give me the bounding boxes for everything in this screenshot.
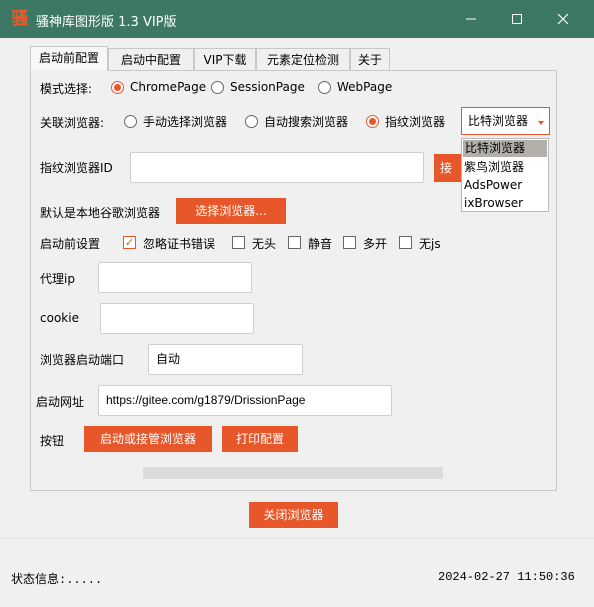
status-divider: [0, 538, 594, 539]
proxy-input[interactable]: [98, 262, 252, 293]
mode-radio-sessionpage[interactable]: [211, 81, 224, 94]
proxy-label: 代理ip: [40, 272, 75, 286]
title-bar: 骚 骚神库图形版 1.3 VIP版: [0, 0, 594, 38]
tab-element-locator[interactable]: 元素定位检测: [256, 48, 350, 71]
status-time: 2024-02-27 11:50:36: [438, 570, 575, 584]
select-value: 比特浏览器: [468, 114, 529, 128]
maximize-button[interactable]: [494, 0, 540, 38]
dropdown-item-bitbrowser[interactable]: 比特浏览器: [463, 140, 547, 157]
mode-radio-chromepage[interactable]: [111, 81, 124, 94]
multi-open-label[interactable]: 多开: [363, 235, 387, 252]
progress-bar: [143, 467, 443, 479]
no-js-checkbox[interactable]: [399, 236, 412, 249]
app-icon: 骚: [11, 9, 29, 29]
pre-start-label: 启动前设置: [40, 237, 101, 251]
dropdown-item-ixbrowser[interactable]: ixBrowser: [462, 194, 548, 212]
multi-open-checkbox[interactable]: [343, 236, 356, 249]
mute-label[interactable]: 静音: [308, 235, 332, 252]
print-config-button[interactable]: 打印配置: [222, 426, 298, 452]
status-text: 状态信息:.....: [11, 573, 103, 587]
url-label: 启动网址: [36, 395, 85, 409]
mode-radio-webpage[interactable]: [318, 81, 331, 94]
connect-button[interactable]: 接: [434, 154, 461, 182]
window-title: 骚神库图形版 1.3 VIP版: [36, 15, 177, 30]
tab-pre-start-config[interactable]: 启动前配置: [30, 46, 108, 71]
link-radio-manual[interactable]: [124, 115, 137, 128]
link-option-manual[interactable]: 手动选择浏览器: [143, 113, 227, 130]
url-input[interactable]: https://gitee.com/g1879/DrissionPage: [98, 385, 392, 416]
mode-option-webpage[interactable]: WebPage: [337, 80, 392, 94]
tab-about[interactable]: 关于: [350, 48, 390, 71]
link-option-auto[interactable]: 自动搜索浏览器: [264, 113, 348, 130]
link-radio-auto[interactable]: [245, 115, 258, 128]
chevron-down-icon: [538, 121, 544, 125]
close-icon: [557, 13, 569, 25]
maximize-icon: [512, 14, 522, 24]
no-js-label[interactable]: 无js: [419, 235, 441, 252]
ignore-cert-checkbox[interactable]: ✓: [123, 236, 136, 249]
browser-link-label: 关联浏览器:: [40, 116, 105, 130]
start-browser-button[interactable]: 启动或接管浏览器: [84, 426, 212, 452]
mode-label: 模式选择:: [40, 82, 93, 96]
headless-checkbox[interactable]: [232, 236, 245, 249]
fingerprint-browser-dropdown: 比特浏览器 紫鸟浏览器 AdsPower ixBrowser: [461, 138, 549, 212]
port-label: 浏览器启动端口: [40, 353, 125, 367]
cookie-label: cookie: [40, 311, 79, 325]
tab-vip-download[interactable]: VIP下载: [194, 48, 256, 71]
mode-option-chromepage[interactable]: ChromePage: [130, 80, 206, 94]
link-radio-fingerprint[interactable]: [366, 115, 379, 128]
fingerprint-browser-select[interactable]: 比特浏览器: [461, 107, 550, 135]
link-option-fingerprint[interactable]: 指纹浏览器: [385, 113, 445, 130]
choose-browser-button[interactable]: 选择浏览器...: [176, 198, 286, 224]
fingerprint-id-input[interactable]: [130, 152, 424, 183]
dropdown-item-adspower[interactable]: AdsPower: [462, 176, 548, 194]
mute-checkbox[interactable]: [288, 236, 301, 249]
mode-option-sessionpage[interactable]: SessionPage: [230, 80, 305, 94]
close-button[interactable]: [540, 0, 586, 38]
dropdown-item-ziniao[interactable]: 紫鸟浏览器: [462, 158, 548, 176]
ignore-cert-label[interactable]: 忽略证书错误: [143, 235, 215, 252]
minimize-button[interactable]: [448, 0, 494, 38]
fingerprint-id-label: 指纹浏览器ID: [40, 161, 113, 175]
cookie-input[interactable]: [100, 303, 254, 334]
minimize-icon: [466, 18, 476, 20]
close-browser-button[interactable]: 关闭浏览器: [249, 502, 338, 528]
port-input[interactable]: 自动: [148, 344, 303, 375]
default-browser-label: 默认是本地谷歌浏览器: [40, 206, 161, 220]
tab-running-config[interactable]: 启动中配置: [108, 48, 194, 71]
headless-label[interactable]: 无头: [252, 235, 276, 252]
buttons-label: 按钮: [40, 434, 65, 448]
